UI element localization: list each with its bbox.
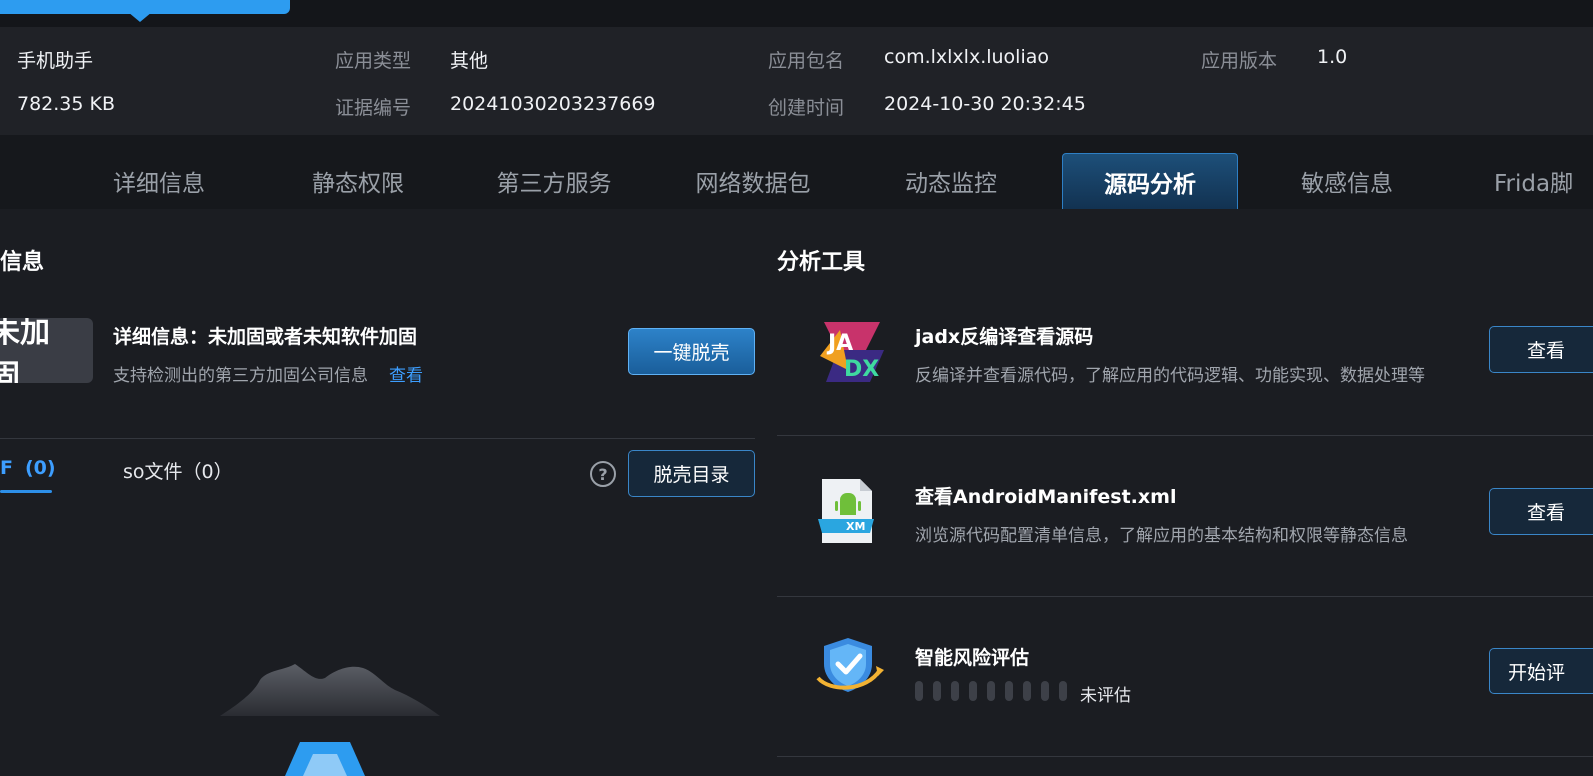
protection-section-title: 信息 bbox=[0, 250, 45, 275]
risk-tool-title: 智能风险评估 bbox=[915, 647, 1030, 669]
manifest-tool-title: 查看AndroidManifest.xml bbox=[915, 486, 1177, 508]
app-type-value: 其他 bbox=[450, 50, 489, 72]
tab-dynamic-monitoring[interactable]: 动态监控 bbox=[876, 153, 1026, 209]
help-icon-glyph: ? bbox=[598, 464, 608, 484]
jadx-tool-desc: 反编译并查看源代码，了解应用的代码逻辑、功能实现、数据处理等 bbox=[915, 366, 1425, 386]
app-version-value: 1.0 bbox=[1317, 46, 1348, 68]
xml-icon-text: XM bbox=[846, 520, 865, 533]
protection-detail: 详细信息：未加固或者未知软件加固 bbox=[113, 326, 418, 348]
tab-so-files[interactable]: so文件（0） bbox=[123, 457, 233, 484]
cert-number-value: 20241030203237669 bbox=[450, 93, 656, 115]
app-size: 782.35 KB bbox=[17, 93, 116, 115]
help-icon[interactable]: ? bbox=[590, 461, 616, 487]
package-name-label: 应用包名 bbox=[768, 50, 845, 72]
app-root: 手机助手 782.35 KB 应用类型 其他 证据编号 202410302032… bbox=[0, 0, 1593, 776]
tab-static-permissions[interactable]: 静态权限 bbox=[283, 153, 433, 209]
tab-frida-scripts[interactable]: Frida脚 bbox=[1480, 153, 1593, 209]
tools-divider-1 bbox=[777, 435, 1593, 436]
risk-bar-segment bbox=[1023, 681, 1031, 701]
protection-divider bbox=[0, 438, 755, 439]
tab-dex-files[interactable]: F (0) bbox=[0, 457, 56, 479]
active-indicator-pointer bbox=[128, 12, 152, 22]
app-type-label: 应用类型 bbox=[335, 50, 412, 72]
app-name: 手机助手 bbox=[17, 50, 94, 72]
tools-divider-2 bbox=[777, 596, 1593, 597]
jadx-icon-bottom-text: DX bbox=[844, 357, 879, 382]
unpack-directory-button[interactable]: 脱壳目录 bbox=[628, 450, 755, 497]
manifest-view-button[interactable]: 查看 bbox=[1489, 488, 1593, 535]
tab-dex-files-mark: F bbox=[0, 457, 13, 479]
risk-bar-segment bbox=[933, 681, 941, 701]
created-time-value: 2024-10-30 20:32:45 bbox=[884, 93, 1086, 115]
cert-number-label: 证据编号 bbox=[335, 97, 412, 119]
file-tab-active-underline bbox=[0, 490, 52, 493]
jadx-icon: JA DX bbox=[820, 322, 884, 382]
app-version-label: 应用版本 bbox=[1201, 50, 1278, 72]
risk-bar-segment bbox=[915, 681, 923, 701]
package-name-value: com.lxlxlx.luoliao bbox=[884, 46, 1049, 68]
app-info-panel: 手机助手 782.35 KB 应用类型 其他 证据编号 202410302032… bbox=[0, 27, 1593, 135]
tab-network-packets[interactable]: 网络数据包 bbox=[670, 153, 836, 209]
risk-bar-segment bbox=[969, 681, 977, 701]
empty-state-illustration bbox=[220, 664, 440, 776]
shield-check-icon bbox=[816, 638, 884, 692]
risk-bar-segment bbox=[1041, 681, 1049, 701]
tools-divider-3 bbox=[777, 756, 1593, 757]
start-assessment-button[interactable]: 开始评 bbox=[1489, 648, 1593, 694]
tab-details[interactable]: 详细信息 bbox=[84, 153, 234, 209]
created-time-label: 创建时间 bbox=[768, 97, 845, 119]
risk-bar-segment bbox=[951, 681, 959, 701]
tab-sensitive-info[interactable]: 敏感信息 bbox=[1272, 153, 1422, 209]
jadx-view-button[interactable]: 查看 bbox=[1489, 326, 1593, 373]
protection-status-badge: 未加固 bbox=[0, 318, 93, 383]
one-click-unpack-button[interactable]: 一键脱壳 bbox=[628, 328, 755, 375]
tab-bar: 详细信息 静态权限 第三方服务 网络数据包 动态监控 源码分析 敏感信息 Fri… bbox=[0, 135, 1593, 209]
risk-bar-segment bbox=[1005, 681, 1013, 701]
jadx-icon-top-text: JA bbox=[826, 331, 853, 356]
tab-third-party-services[interactable]: 第三方服务 bbox=[470, 153, 638, 209]
manifest-tool-desc: 浏览源代码配置清单信息，了解应用的基本结构和权限等静态信息 bbox=[915, 526, 1408, 546]
risk-progress-bars bbox=[915, 681, 1067, 701]
protection-support-text: 支持检测出的第三方加固公司信息 bbox=[113, 366, 368, 386]
risk-bar-segment bbox=[1059, 681, 1067, 701]
tab-dex-files-count: (0) bbox=[24, 457, 56, 479]
protection-status-text: 未加固 bbox=[0, 318, 50, 383]
protection-view-link[interactable]: 查看 bbox=[389, 361, 423, 386]
xml-file-icon: XM bbox=[818, 479, 874, 543]
tab-source-analysis[interactable]: 源码分析 bbox=[1062, 153, 1238, 209]
risk-status-text: 未评估 bbox=[1080, 686, 1131, 706]
tools-section-title: 分析工具 bbox=[777, 250, 866, 275]
jadx-tool-title: jadx反编译查看源码 bbox=[915, 326, 1094, 348]
risk-bar-segment bbox=[987, 681, 995, 701]
